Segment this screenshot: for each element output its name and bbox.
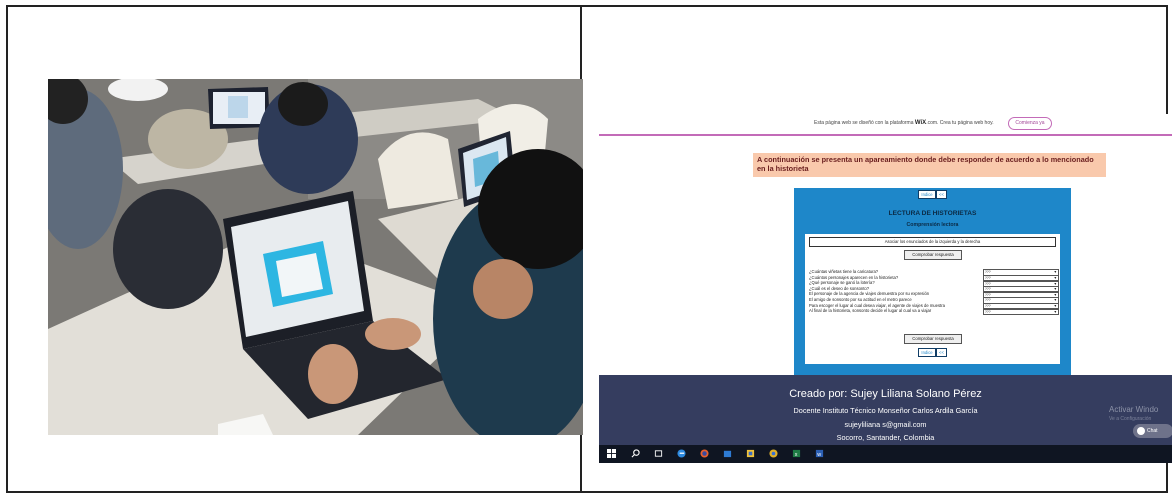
wix-logo: WiX xyxy=(914,120,927,126)
answer-select[interactable]: ??? ▼ xyxy=(983,308,1059,315)
check-answer-button-bottom[interactable]: Comprobar respuesta xyxy=(904,334,962,344)
question-row: ¿Cuántos personajes aparecen en la histo… xyxy=(809,274,1059,282)
index-button-bottom[interactable]: Indice xyxy=(918,348,936,357)
question-row: ¿Cuál es el deseo de sonsonto? ??? ▼ xyxy=(809,285,1059,293)
excel-icon[interactable]: x xyxy=(792,449,801,458)
answer-select-value: ??? xyxy=(985,309,991,314)
task-view-icon[interactable] xyxy=(654,449,663,458)
question-text: ¿Cuántas viñetas tiene la caricatura? xyxy=(809,269,879,274)
start-now-button[interactable]: Comienza ya xyxy=(1008,117,1052,130)
question-text: El personaje de la agencia de viajes dem… xyxy=(809,291,930,297)
question-text: ¿Qué personaje se ganó la lotería? xyxy=(809,280,875,286)
activate-windows-subtext: Ve a Configuración xyxy=(1109,416,1152,422)
quiz-title: LECTURA DE HISTORIETAS xyxy=(888,210,977,217)
question-text: Para escoger el lugar al cual desea viaj… xyxy=(809,302,945,308)
chevron-down-icon: ▼ xyxy=(1053,309,1057,314)
question-row: El personaje de la agencia de viajes dem… xyxy=(809,291,1059,298)
firefox-icon[interactable] xyxy=(700,449,709,458)
question-row: El amigo de sonsonto por su actitud en e… xyxy=(809,297,1059,304)
author-name: Creado por: Sujey Liliana Solano Pérez xyxy=(789,388,982,400)
windows-start-icon[interactable] xyxy=(607,449,616,458)
edge-browser-icon[interactable] xyxy=(677,449,686,458)
svg-text:w: w xyxy=(816,452,821,458)
svg-text:x: x xyxy=(795,452,798,458)
wix-banner-text-after: .com. Crea tu página web hoy. xyxy=(926,120,994,126)
wix-banner-text-before: Esta página web se diseñó con la platafo… xyxy=(814,120,914,126)
check-answer-button-top[interactable]: Comprobar respuesta xyxy=(904,250,962,260)
question-row: Al final de la historieta, sonsonto deci… xyxy=(809,308,1059,315)
question-row: ¿Qué personaje se ganó la lotería? ??? ▼ xyxy=(809,280,1059,287)
chat-icon xyxy=(1137,427,1145,435)
question-text: Al final de la historieta, sonsonto deci… xyxy=(809,308,932,314)
classroom-photo-drawing xyxy=(48,79,583,435)
windows-taskbar: x w xyxy=(599,445,1172,463)
activate-windows-watermark: Activar Windo xyxy=(1109,405,1159,414)
store-icon[interactable] xyxy=(723,449,732,458)
quiz-subtitle: Comprensión lectora xyxy=(906,222,959,228)
wix-banner-text: Esta página web se diseñó con la platafo… xyxy=(814,120,994,126)
back-button-top[interactable]: << xyxy=(936,190,947,199)
quiz-container: Indice << LECTURA DE HISTORIETAS Compren… xyxy=(794,188,1071,378)
paint-icon[interactable] xyxy=(746,449,755,458)
author-location: Socorro, Santander, Colombia xyxy=(836,433,935,442)
question-text: ¿Cuántos personajes aparecen en la histo… xyxy=(809,274,899,280)
site-footer: Creado por: Sujey Liliana Solano Pérez D… xyxy=(599,375,1172,445)
back-button-bottom[interactable]: << xyxy=(936,348,947,357)
wix-banner: Esta página web se diseñó con la platafo… xyxy=(599,114,1172,136)
instruction-box: A continuación se presenta un apareamien… xyxy=(753,153,1106,177)
word-icon[interactable]: w xyxy=(815,449,824,458)
question-row: Para escoger el lugar al cual desea viaj… xyxy=(809,302,1059,310)
author-email[interactable]: sujeyliliana s@gmail.com xyxy=(599,420,1172,429)
associate-instruction: Asociar los enunciados de la izquierda y… xyxy=(809,237,1056,247)
chat-button[interactable]: Chat xyxy=(1133,424,1172,438)
chrome-icon[interactable] xyxy=(769,449,778,458)
search-icon[interactable] xyxy=(631,449,640,458)
author-role: Docente Instituto Técnico Monseñor Carlo… xyxy=(793,406,978,415)
website-screenshot: Esta página web se diseñó con la platafo… xyxy=(599,114,1172,463)
question-text: El amigo de sonsonto por su actitud en e… xyxy=(809,297,912,302)
question-text: ¿Cuál es el deseo de sonsonto? xyxy=(809,285,870,291)
quiz-panel: Asociar los enunciados de la izquierda y… xyxy=(805,234,1060,364)
index-button-top[interactable]: Indice xyxy=(918,190,936,199)
chat-label: Chat xyxy=(1147,428,1158,434)
classroom-photo xyxy=(48,79,583,435)
question-row: ¿Cuántas viñetas tiene la caricatura? ??… xyxy=(809,269,1059,276)
